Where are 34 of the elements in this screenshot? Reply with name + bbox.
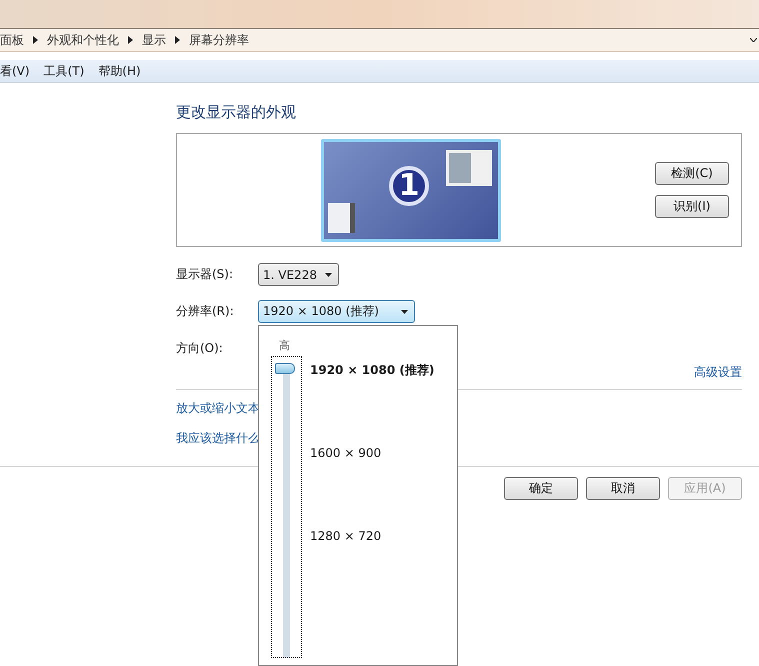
advanced-settings-link[interactable]: 高级设置 (694, 364, 742, 381)
chevron-right-icon (128, 36, 133, 44)
monitor-preview[interactable]: 1 (321, 138, 501, 242)
address-bar[interactable]: 面板 外观和个性化 显示 屏幕分辨率 (0, 28, 759, 52)
menu-item[interactable]: 看(V) (0, 62, 30, 80)
select-field[interactable]: 1. VE228 (258, 263, 339, 286)
menu-item[interactable]: 帮助(H) (98, 62, 141, 80)
breadcrumb-item[interactable]: 屏幕分辨率 (189, 32, 249, 48)
monitor-number: 1 (389, 166, 429, 206)
field-label: 显示器(S): (176, 266, 234, 283)
side-button[interactable]: 检测(C) (655, 162, 729, 185)
slider-track[interactable] (271, 356, 302, 658)
breadcrumb-item[interactable]: 显示 (142, 32, 166, 48)
field-label: 分辨率(R): (176, 303, 235, 320)
breadcrumb-item[interactable]: 面板 (0, 32, 24, 48)
caret-icon (324, 272, 332, 276)
chevron-right-icon (33, 36, 38, 44)
caret-icon (400, 310, 408, 314)
resolution-option[interactable]: 1920 × 1080 (推荐) (310, 362, 434, 379)
field-label: 方向(O): (176, 340, 224, 357)
window-drawing (328, 202, 355, 232)
window-drawing (446, 150, 492, 186)
menu-item[interactable]: 工具(T) (44, 62, 84, 80)
resolution-option[interactable]: 1600 × 900 (310, 446, 382, 460)
resolution-option[interactable]: 1280 × 720 (310, 529, 382, 543)
select-field[interactable]: 1920 × 1080 (推荐) (258, 300, 415, 323)
dialog-button[interactable]: 确定 (504, 477, 578, 500)
dialog-button[interactable]: 取消 (586, 477, 660, 500)
slider-thumb[interactable] (275, 363, 295, 374)
breadcrumb-item[interactable]: 外观和个性化 (47, 32, 119, 48)
chevron-right-icon (175, 36, 180, 44)
slider-label: 高 (279, 338, 290, 353)
page-title: 更改显示器的外观 (176, 103, 297, 123)
side-button[interactable]: 识别(I) (655, 195, 729, 218)
